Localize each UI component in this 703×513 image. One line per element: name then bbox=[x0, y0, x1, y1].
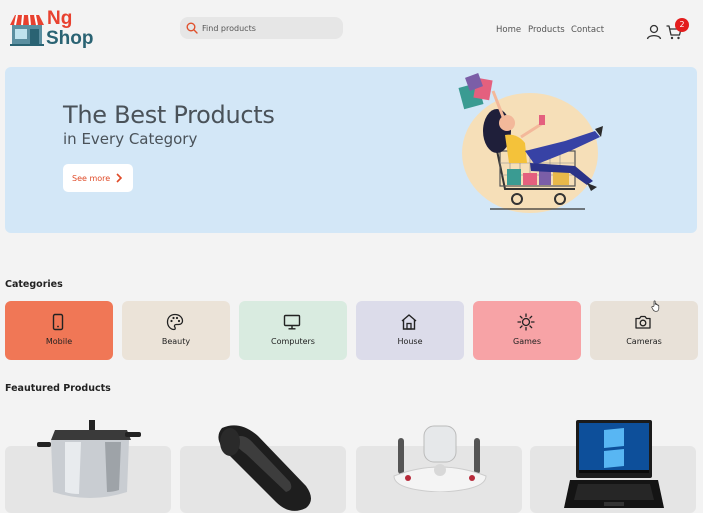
search-bar[interactable] bbox=[180, 17, 343, 39]
featured-products-heading: Feautured Products bbox=[5, 383, 111, 394]
store-icon bbox=[10, 14, 44, 46]
nav-home[interactable]: Home bbox=[496, 25, 521, 35]
monitor-icon bbox=[283, 314, 301, 330]
category-label: Cameras bbox=[626, 337, 662, 346]
category-label: Beauty bbox=[161, 337, 191, 346]
product-card[interactable] bbox=[180, 425, 346, 513]
logo-text-ng: Ng bbox=[47, 8, 73, 29]
nav-contact[interactable]: Contact bbox=[571, 25, 604, 35]
category-label: House bbox=[397, 337, 423, 346]
category-games[interactable]: Games bbox=[473, 301, 581, 360]
category-label: Games bbox=[513, 337, 541, 346]
category-beauty[interactable]: Beauty bbox=[122, 301, 230, 360]
mobile-icon bbox=[52, 313, 64, 331]
see-more-button[interactable]: See more bbox=[63, 164, 133, 192]
chevron-right-icon bbox=[116, 173, 123, 183]
search-icon[interactable] bbox=[186, 22, 198, 34]
laptop-image bbox=[564, 420, 664, 508]
shopping-cart-illustration bbox=[458, 73, 603, 213]
product-card[interactable] bbox=[356, 425, 522, 513]
category-cameras[interactable]: Cameras bbox=[590, 301, 698, 360]
product-card[interactable] bbox=[5, 420, 171, 513]
category-house[interactable]: House bbox=[356, 301, 464, 360]
hero-subtitle: in Every Category bbox=[63, 130, 198, 148]
pressure-cooker-image bbox=[37, 420, 141, 498]
handheld-vacuum-image bbox=[218, 425, 311, 511]
category-computers[interactable]: Computers bbox=[239, 301, 347, 360]
category-label: Mobile bbox=[45, 337, 73, 346]
logo[interactable]: Ng Shop bbox=[9, 9, 99, 51]
category-label: Computers bbox=[271, 337, 315, 346]
camera-icon bbox=[635, 315, 651, 329]
hero-title: The Best Products bbox=[63, 101, 275, 129]
nav-products[interactable]: Products bbox=[528, 25, 565, 35]
user-icon[interactable] bbox=[646, 24, 662, 40]
see-more-label: See more bbox=[72, 173, 111, 183]
logo-text-shop: Shop bbox=[46, 28, 94, 49]
cart-count-badge: 2 bbox=[675, 18, 689, 32]
header: Ng Shop Home Products Contact 2 bbox=[0, 0, 703, 60]
palette-icon bbox=[166, 313, 184, 331]
house-icon bbox=[401, 314, 417, 330]
sun-icon bbox=[517, 313, 535, 331]
kitchen-appliance-image bbox=[393, 425, 487, 492]
categories-heading: Categories bbox=[5, 279, 63, 290]
hero-banner: The Best Products in Every Category See … bbox=[5, 67, 697, 233]
category-mobile[interactable]: Mobile bbox=[5, 301, 113, 360]
hand-cursor-icon bbox=[651, 300, 660, 312]
product-card[interactable] bbox=[530, 420, 696, 513]
search-input[interactable] bbox=[202, 17, 338, 39]
